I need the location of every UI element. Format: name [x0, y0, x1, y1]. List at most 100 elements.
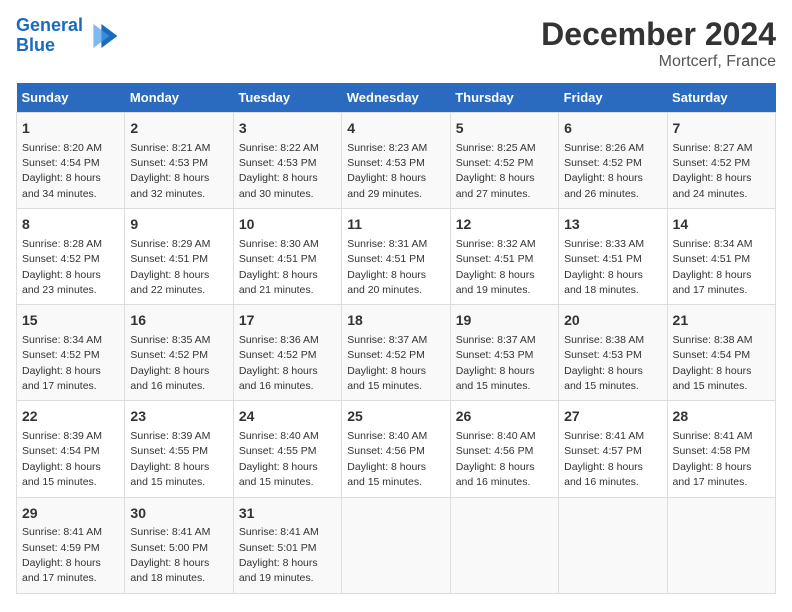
day-number: 23	[130, 407, 227, 427]
calendar-cell: 9Sunrise: 8:29 AM Sunset: 4:51 PM Daylig…	[125, 209, 233, 305]
day-number: 29	[22, 504, 119, 524]
header-day-wednesday: Wednesday	[342, 83, 450, 113]
day-info: Sunrise: 8:41 AM Sunset: 5:01 PM Dayligh…	[239, 526, 319, 584]
calendar-cell: 19 Sunrise: 8:37 AM Sunset: 4:53 PM Dayli…	[450, 305, 558, 401]
day-number: 27	[564, 407, 661, 427]
week-row-3: 22Sunrise: 8:39 AM Sunset: 4:54 PM Dayli…	[17, 401, 776, 497]
day-number: 25	[347, 407, 444, 427]
day-info: Sunrise: 8:22 AM Sunset: 4:53 PM Dayligh…	[239, 142, 319, 200]
day-info: Sunrise: 8:26 AM Sunset: 4:52 PM Dayligh…	[564, 142, 644, 200]
day-info: Sunrise: 8:27 AM Sunset: 4:52 PM Dayligh…	[673, 142, 753, 200]
logo-icon	[87, 20, 119, 52]
day-number: 26	[456, 407, 553, 427]
day-info: Sunrise: 8:38 AM Sunset: 4:53 PM Dayligh…	[564, 334, 644, 392]
calendar-cell: 22Sunrise: 8:39 AM Sunset: 4:54 PM Dayli…	[17, 401, 125, 497]
calendar-cell: 16 Sunrise: 8:35 AM Sunset: 4:52 PM Dayli…	[125, 305, 233, 401]
day-number: 31	[239, 504, 336, 524]
calendar-table: SundayMondayTuesdayWednesdayThursdayFrid…	[16, 83, 776, 594]
calendar-cell: 27 Sunrise: 8:41 AM Sunset: 4:57 PM Dayli…	[559, 401, 667, 497]
day-info: Sunrise: 8:40 AM Sunset: 4:56 PM Dayligh…	[456, 430, 536, 488]
day-info: Sunrise: 8:32 AM Sunset: 4:51 PM Dayligh…	[456, 238, 536, 296]
calendar-cell: 13Sunrise: 8:33 AM Sunset: 4:51 PM Dayli…	[559, 209, 667, 305]
calendar-cell: 28 Sunrise: 8:41 AM Sunset: 4:58 PM Dayli…	[667, 401, 775, 497]
day-number: 19	[456, 311, 553, 331]
day-number: 1	[22, 119, 119, 139]
logo-blue: Blue	[16, 35, 55, 55]
calendar-cell: 5Sunrise: 8:25 AM Sunset: 4:52 PM Daylig…	[450, 113, 558, 209]
calendar-cell: 30Sunrise: 8:41 AM Sunset: 5:00 PM Dayli…	[125, 497, 233, 593]
day-info: Sunrise: 8:35 AM Sunset: 4:52 PM Dayligh…	[130, 334, 210, 392]
calendar-cell	[450, 497, 558, 593]
header-day-tuesday: Tuesday	[233, 83, 341, 113]
calendar-body: 1Sunrise: 8:20 AM Sunset: 4:54 PM Daylig…	[17, 113, 776, 594]
day-number: 11	[347, 215, 444, 235]
day-info: Sunrise: 8:29 AM Sunset: 4:51 PM Dayligh…	[130, 238, 210, 296]
day-number: 28	[673, 407, 770, 427]
calendar-cell: 29Sunrise: 8:41 AM Sunset: 4:59 PM Dayli…	[17, 497, 125, 593]
day-number: 3	[239, 119, 336, 139]
day-info: Sunrise: 8:41 AM Sunset: 5:00 PM Dayligh…	[130, 526, 210, 584]
calendar-header: SundayMondayTuesdayWednesdayThursdayFrid…	[17, 83, 776, 113]
day-info: Sunrise: 8:30 AM Sunset: 4:51 PM Dayligh…	[239, 238, 319, 296]
header-day-saturday: Saturday	[667, 83, 775, 113]
header-row: SundayMondayTuesdayWednesdayThursdayFrid…	[17, 83, 776, 113]
calendar-cell: 6 Sunrise: 8:26 AM Sunset: 4:52 PM Daylig…	[559, 113, 667, 209]
day-number: 6	[564, 119, 661, 139]
day-number: 16	[130, 311, 227, 331]
day-number: 14	[673, 215, 770, 235]
calendar-cell: 26 Sunrise: 8:40 AM Sunset: 4:56 PM Dayli…	[450, 401, 558, 497]
calendar-cell: 14 Sunrise: 8:34 AM Sunset: 4:51 PM Dayli…	[667, 209, 775, 305]
calendar-cell	[342, 497, 450, 593]
day-number: 18	[347, 311, 444, 331]
calendar-cell: 8 Sunrise: 8:28 AM Sunset: 4:52 PM Daylig…	[17, 209, 125, 305]
day-info: Sunrise: 8:31 AM Sunset: 4:51 PM Dayligh…	[347, 238, 427, 296]
calendar-cell: 21 Sunrise: 8:38 AM Sunset: 4:54 PM Dayli…	[667, 305, 775, 401]
calendar-cell: 18 Sunrise: 8:37 AM Sunset: 4:52 PM Dayli…	[342, 305, 450, 401]
day-info: Sunrise: 8:37 AM Sunset: 4:52 PM Dayligh…	[347, 334, 427, 392]
day-info: Sunrise: 8:40 AM Sunset: 4:55 PM Dayligh…	[239, 430, 319, 488]
calendar-cell: 15 Sunrise: 8:34 AM Sunset: 4:52 PM Dayli…	[17, 305, 125, 401]
day-info: Sunrise: 8:33 AM Sunset: 4:51 PM Dayligh…	[564, 238, 644, 296]
calendar-cell: 11 Sunrise: 8:31 AM Sunset: 4:51 PM Dayli…	[342, 209, 450, 305]
day-info: Sunrise: 8:41 AM Sunset: 4:57 PM Dayligh…	[564, 430, 644, 488]
day-number: 2	[130, 119, 227, 139]
header-day-sunday: Sunday	[17, 83, 125, 113]
day-number: 21	[673, 311, 770, 331]
calendar-cell: 20 Sunrise: 8:38 AM Sunset: 4:53 PM Dayli…	[559, 305, 667, 401]
day-info: Sunrise: 8:41 AM Sunset: 4:59 PM Dayligh…	[22, 526, 102, 584]
day-number: 22	[22, 407, 119, 427]
header-day-monday: Monday	[125, 83, 233, 113]
calendar-cell: 25Sunrise: 8:40 AM Sunset: 4:56 PM Dayli…	[342, 401, 450, 497]
day-number: 17	[239, 311, 336, 331]
day-info: Sunrise: 8:36 AM Sunset: 4:52 PM Dayligh…	[239, 334, 319, 392]
day-number: 20	[564, 311, 661, 331]
day-info: Sunrise: 8:28 AM Sunset: 4:52 PM Dayligh…	[22, 238, 102, 296]
day-number: 12	[456, 215, 553, 235]
week-row-4: 29Sunrise: 8:41 AM Sunset: 4:59 PM Dayli…	[17, 497, 776, 593]
day-info: Sunrise: 8:21 AM Sunset: 4:53 PM Dayligh…	[130, 142, 210, 200]
day-number: 15	[22, 311, 119, 331]
calendar-cell: 4Sunrise: 8:23 AM Sunset: 4:53 PM Daylig…	[342, 113, 450, 209]
subtitle: Mortcerf, France	[541, 53, 776, 71]
calendar-cell: 17 Sunrise: 8:36 AM Sunset: 4:52 PM Dayli…	[233, 305, 341, 401]
day-info: Sunrise: 8:37 AM Sunset: 4:53 PM Dayligh…	[456, 334, 536, 392]
day-number: 8	[22, 215, 119, 235]
day-number: 5	[456, 119, 553, 139]
day-info: Sunrise: 8:41 AM Sunset: 4:58 PM Dayligh…	[673, 430, 753, 488]
day-number: 30	[130, 504, 227, 524]
day-info: Sunrise: 8:23 AM Sunset: 4:53 PM Dayligh…	[347, 142, 427, 200]
day-info: Sunrise: 8:38 AM Sunset: 4:54 PM Dayligh…	[673, 334, 753, 392]
day-info: Sunrise: 8:34 AM Sunset: 4:52 PM Dayligh…	[22, 334, 102, 392]
logo: General Blue	[16, 16, 119, 56]
title-area: December 2024 Mortcerf, France	[541, 16, 776, 71]
calendar-cell: 10Sunrise: 8:30 AM Sunset: 4:51 PM Dayli…	[233, 209, 341, 305]
week-row-1: 8 Sunrise: 8:28 AM Sunset: 4:52 PM Daylig…	[17, 209, 776, 305]
day-info: Sunrise: 8:39 AM Sunset: 4:55 PM Dayligh…	[130, 430, 210, 488]
calendar-cell	[667, 497, 775, 593]
day-info: Sunrise: 8:34 AM Sunset: 4:51 PM Dayligh…	[673, 238, 753, 296]
logo-text: General Blue	[16, 16, 83, 56]
day-number: 24	[239, 407, 336, 427]
day-number: 7	[673, 119, 770, 139]
week-row-2: 15 Sunrise: 8:34 AM Sunset: 4:52 PM Dayli…	[17, 305, 776, 401]
header: General Blue December 2024 Mortcerf, Fra…	[16, 16, 776, 71]
